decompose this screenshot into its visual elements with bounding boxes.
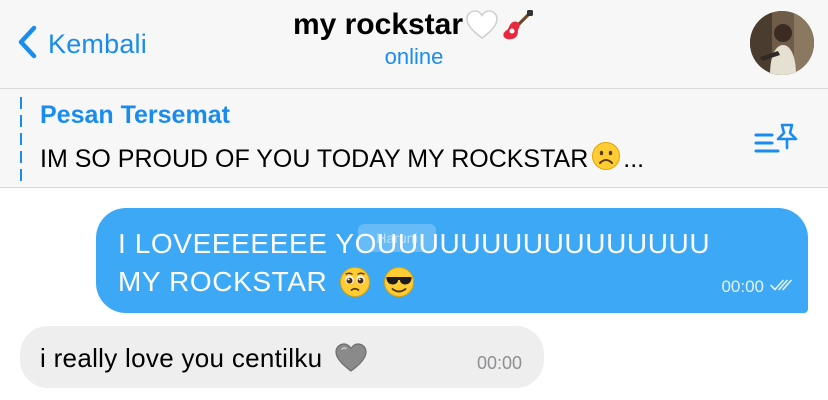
grey-heart-icon <box>334 342 368 374</box>
incoming-message-body: i really love you centilku <box>40 342 323 373</box>
pinned-title: Pesan Tersemat <box>40 101 230 129</box>
outgoing-message-meta: 00:00 <box>721 277 794 297</box>
pinned-text: IM SO PROUD OF YOU TODAY MY ROCKSTAR <box>40 145 589 173</box>
chat-title-area[interactable]: my rockstar online <box>230 8 598 70</box>
message-line-2-text: MY ROCKSTAR <box>118 266 328 297</box>
double-check-icon <box>770 277 794 297</box>
watermark: Haruni <box>358 224 436 252</box>
smiling-face-with-sunglasses-icon <box>383 266 415 298</box>
chat-header: Kembali my rockstar online <box>0 0 828 88</box>
pinned-preview: IM SO PROUD OF YOU TODAY MY ROCKSTAR ... <box>40 141 644 178</box>
chevron-left-icon <box>14 22 40 67</box>
pinned-ellipsis: ... <box>623 145 645 173</box>
white-heart-icon <box>465 9 499 41</box>
back-label: Kembali <box>48 28 147 59</box>
incoming-message-time: 00:00 <box>476 353 522 373</box>
chat-title: my rockstar <box>292 8 464 41</box>
pinned-message-bar[interactable]: Pesan Tersemat IM SO PROUD OF YOU TODAY … <box>0 88 828 188</box>
incoming-message-bubble[interactable]: i really love you centilku 00:00 <box>20 326 544 388</box>
online-status: online <box>384 44 444 69</box>
message-line-2: MY ROCKSTAR <box>118 266 415 298</box>
outgoing-message-bubble[interactable]: I LOVEEEEEEE YOUUUUUUUUUUUUUUUU MY ROCKS… <box>96 208 808 313</box>
pleading-face-icon <box>339 266 371 298</box>
pinned-list-icon[interactable] <box>754 121 800 161</box>
frowning-face-icon <box>591 141 621 178</box>
avatar[interactable] <box>750 11 814 75</box>
back-button[interactable]: Kembali <box>14 24 147 64</box>
message-list[interactable]: I LOVEEEEEEE YOUUUUUUUUUUUUUUUU MY ROCKS… <box>0 189 828 400</box>
incoming-message-text: i really love you centilku <box>40 342 368 374</box>
guitar-icon <box>501 8 535 42</box>
pinned-indicator-line <box>20 97 22 181</box>
outgoing-message-time: 00:00 <box>721 277 764 296</box>
